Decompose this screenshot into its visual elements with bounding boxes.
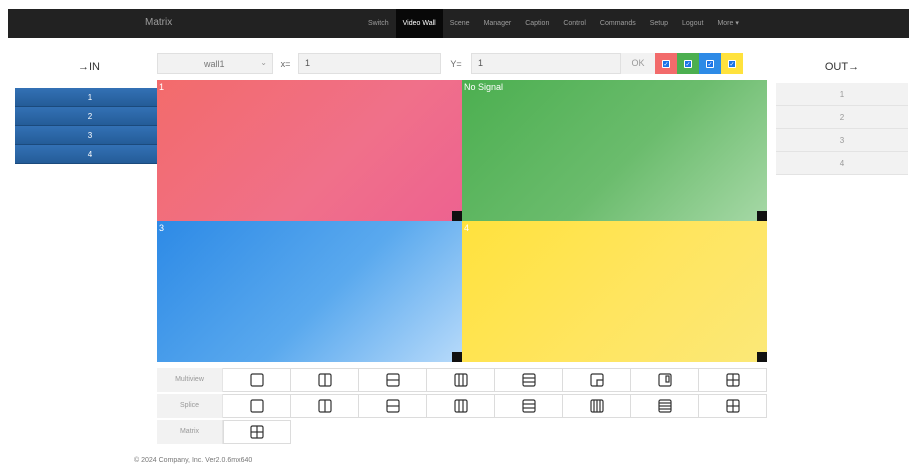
color-toggle-1[interactable]: ✓ bbox=[655, 53, 677, 74]
x-input[interactable]: 1 bbox=[298, 53, 441, 74]
screen-1[interactable]: 1 bbox=[157, 80, 462, 221]
nav-link-control[interactable]: Control bbox=[556, 9, 593, 38]
input-list: 1234 bbox=[15, 88, 165, 164]
splice-layout-button-5[interactable] bbox=[495, 394, 563, 418]
outputs-title: OUT→ bbox=[824, 61, 860, 73]
splice-layout-button-1[interactable] bbox=[223, 394, 291, 418]
screen-label: 4 bbox=[464, 223, 470, 233]
checkbox-icon: ✓ bbox=[728, 59, 736, 68]
multiview-layout-button-3[interactable] bbox=[359, 368, 427, 392]
single-layout-icon bbox=[249, 399, 264, 413]
split-horizontal-3-icon bbox=[521, 373, 536, 387]
output-button-2[interactable]: 2 bbox=[776, 106, 908, 129]
nav-link-commands[interactable]: Commands bbox=[593, 9, 643, 38]
split-vertical-3-icon bbox=[453, 373, 468, 387]
video-wall: 1 No Signal 3 4 bbox=[157, 80, 767, 363]
multiview-layout-button-1[interactable] bbox=[223, 368, 291, 392]
resize-handle[interactable] bbox=[757, 211, 767, 221]
splice-layout-button-3[interactable] bbox=[359, 394, 427, 418]
inputs-title: →IN bbox=[78, 61, 100, 73]
color-toggle-4[interactable]: ✓ bbox=[721, 53, 743, 74]
checkbox-icon: ✓ bbox=[662, 59, 670, 68]
y-label: Y= bbox=[450, 58, 462, 69]
nav-link-caption[interactable]: Caption bbox=[518, 9, 556, 38]
input-button-1[interactable]: 1 bbox=[15, 88, 165, 107]
multiview-layout-button-8[interactable] bbox=[699, 368, 767, 392]
matrix-label: Matrix bbox=[157, 420, 223, 444]
split-vertical-2-icon bbox=[317, 373, 332, 387]
x-label: x= bbox=[280, 58, 291, 69]
color-toggle-3[interactable]: ✓ bbox=[699, 53, 721, 74]
splice-row: Splice bbox=[157, 394, 767, 418]
grid-2x2-icon bbox=[250, 425, 264, 439]
split-horizontal-2-icon bbox=[385, 373, 400, 387]
color-toggle-2[interactable]: ✓ bbox=[677, 53, 699, 74]
nav-link-switch[interactable]: Switch bbox=[361, 9, 396, 38]
y-input[interactable]: 1 bbox=[471, 53, 621, 74]
screen-2[interactable]: No Signal bbox=[462, 80, 767, 221]
nav-link-setup[interactable]: Setup bbox=[643, 9, 675, 38]
multiview-layout-button-6[interactable] bbox=[563, 368, 631, 392]
multiview-layout-button-7[interactable] bbox=[631, 368, 699, 392]
multiview-layout-button-4[interactable] bbox=[427, 368, 495, 392]
top-navbar: Matrix Switch Video Wall Scene Manager Capti… bbox=[8, 9, 909, 38]
grid-2x2-icon bbox=[725, 399, 740, 413]
multiview-layout-button-5[interactable] bbox=[495, 368, 563, 392]
resize-handle[interactable] bbox=[757, 352, 767, 362]
input-button-4[interactable]: 4 bbox=[15, 145, 165, 164]
pip-side-icon bbox=[657, 373, 672, 387]
splice-label: Splice bbox=[157, 394, 223, 418]
screen-4[interactable]: 4 bbox=[462, 221, 767, 362]
screen-3[interactable]: 3 bbox=[157, 221, 462, 362]
nav-link-scene[interactable]: Scene bbox=[443, 9, 477, 38]
wall-select[interactable]: wall1 ⌄ bbox=[157, 53, 273, 74]
matrix-row: Matrix bbox=[157, 420, 767, 444]
brand-logo[interactable]: Matrix bbox=[145, 17, 172, 28]
nav-link-more[interactable]: More ▾ bbox=[710, 9, 745, 38]
wall-select-value: wall1 bbox=[204, 58, 225, 69]
resize-handle[interactable] bbox=[452, 352, 462, 362]
splice-layout-button-7[interactable] bbox=[631, 394, 699, 418]
multiview-layout-button-2[interactable] bbox=[291, 368, 359, 392]
resize-handle[interactable] bbox=[452, 211, 462, 221]
input-button-3[interactable]: 3 bbox=[15, 126, 165, 145]
split-vertical-2-icon bbox=[317, 399, 332, 413]
nav-link-logout[interactable]: Logout bbox=[675, 9, 710, 38]
output-list: 1234 bbox=[776, 83, 908, 175]
splice-layout-button-6[interactable] bbox=[563, 394, 631, 418]
splice-layout-button-4[interactable] bbox=[427, 394, 495, 418]
splice-layout-button-8[interactable] bbox=[699, 394, 767, 418]
split-vertical-4-icon bbox=[589, 399, 604, 413]
screen-label: 3 bbox=[159, 223, 165, 233]
output-button-4[interactable]: 4 bbox=[776, 152, 908, 175]
splice-layout-button-2[interactable] bbox=[291, 394, 359, 418]
chevron-down-icon: ⌄ bbox=[260, 58, 267, 67]
pip-corner-icon bbox=[589, 373, 604, 387]
color-toggles: ✓ ✓ ✓ ✓ bbox=[655, 53, 743, 74]
nav-link-manager[interactable]: Manager bbox=[477, 9, 519, 38]
split-horizontal-3-icon bbox=[521, 399, 536, 413]
checkbox-icon: ✓ bbox=[706, 59, 714, 68]
nav-links: Switch Video Wall Scene Manager Caption Contr… bbox=[361, 9, 746, 38]
split-horizontal-2-icon bbox=[385, 399, 400, 413]
multiview-row: Multiview bbox=[157, 368, 767, 392]
split-horizontal-4-icon bbox=[657, 399, 672, 413]
multiview-label: Multiview bbox=[157, 368, 223, 392]
wall-toolbar: wall1 ⌄ x= 1 Y= 1 OK ✓ ✓ ✓ ✓ bbox=[157, 53, 767, 74]
output-button-3[interactable]: 3 bbox=[776, 129, 908, 152]
split-vertical-3-icon bbox=[453, 399, 468, 413]
grid-2x2-icon bbox=[725, 373, 740, 387]
ok-button[interactable]: OK bbox=[621, 53, 655, 74]
nav-link-video-wall[interactable]: Video Wall bbox=[395, 9, 443, 38]
output-button-1[interactable]: 1 bbox=[776, 83, 908, 106]
screen-label: No Signal bbox=[464, 82, 504, 92]
matrix-layout-button-1[interactable] bbox=[223, 420, 291, 444]
input-button-2[interactable]: 2 bbox=[15, 107, 165, 126]
screen-label: 1 bbox=[159, 82, 165, 92]
single-layout-icon bbox=[249, 373, 264, 387]
checkbox-icon: ✓ bbox=[684, 59, 692, 68]
